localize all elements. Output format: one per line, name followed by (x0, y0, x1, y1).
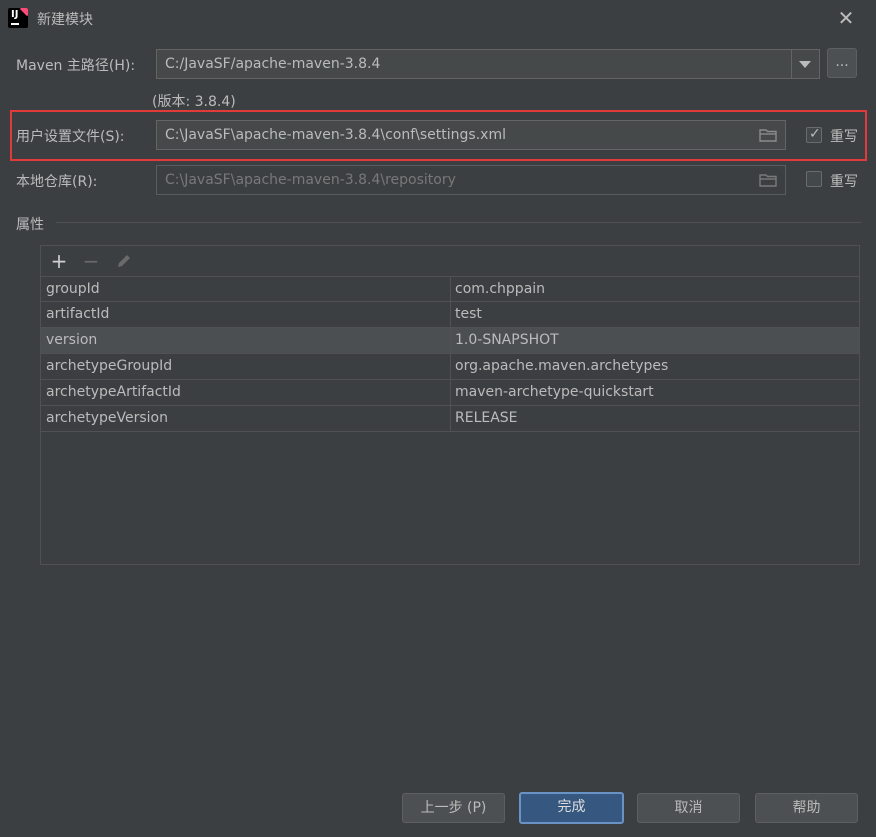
property-key: archetypeGroupId (46, 358, 173, 374)
local-repo-value: C:\JavaSF\apache-maven-3.8.4\repository (165, 172, 456, 188)
cancel-button[interactable]: 取消 (637, 793, 740, 823)
maven-version-text: (版本: 3.8.4) (152, 94, 236, 110)
table-row[interactable]: version 1.0-SNAPSHOT (41, 328, 859, 354)
table-row[interactable]: archetypeGroupId org.apache.maven.archet… (41, 354, 859, 380)
property-key: groupId (46, 281, 100, 297)
browse-button[interactable]: ... (827, 48, 857, 78)
table-row[interactable]: archetypeArtifactId maven-archetype-quic… (41, 380, 859, 406)
local-repo-label: 本地仓库(R): (16, 174, 98, 190)
property-value[interactable]: 1.0-SNAPSHOT (455, 332, 559, 348)
property-key: version (46, 332, 98, 348)
property-value[interactable]: test (455, 306, 482, 322)
local-repo-override-label: 重写 (830, 174, 858, 190)
close-icon[interactable]: ✕ (834, 6, 858, 30)
window-title: 新建模块 (37, 12, 93, 28)
edit-pencil-icon[interactable] (113, 250, 135, 272)
title-bar (0, 0, 876, 38)
property-key: artifactId (46, 306, 110, 322)
properties-toolbar: + − (41, 246, 859, 276)
maven-home-combobox[interactable]: C:/JavaSF/apache-maven-3.8.4 (156, 49, 820, 79)
property-key: archetypeArtifactId (46, 384, 181, 400)
intellij-app-icon: IJ (8, 8, 28, 28)
previous-button[interactable]: 上一步 (P) (402, 793, 505, 823)
dropdown-arrow-icon[interactable] (791, 50, 819, 78)
local-repo-override-checkbox[interactable] (806, 171, 822, 187)
remove-icon[interactable]: − (80, 250, 102, 272)
user-settings-override-checkbox[interactable]: ✓ (806, 126, 822, 143)
user-settings-field[interactable]: C:\JavaSF\apache-maven-3.8.4\conf\settin… (156, 120, 786, 150)
local-repo-field[interactable]: C:\JavaSF\apache-maven-3.8.4\repository (156, 165, 786, 195)
user-settings-value: C:\JavaSF\apache-maven-3.8.4\conf\settin… (165, 127, 506, 143)
finish-button[interactable]: 完成 (519, 792, 624, 824)
user-settings-label: 用户设置文件(S): (16, 129, 125, 145)
property-value[interactable]: com.chppain (455, 281, 545, 297)
properties-table: groupId com.chppain artifactId test vers… (41, 276, 859, 432)
table-row[interactable]: archetypeVersion RELEASE (41, 406, 859, 432)
table-row[interactable]: artifactId test (41, 302, 859, 328)
folder-icon[interactable] (759, 173, 777, 187)
help-button[interactable]: 帮助 (755, 793, 858, 823)
user-settings-override-label: 重写 (830, 129, 858, 145)
property-value[interactable]: maven-archetype-quickstart (455, 384, 654, 400)
property-key: archetypeVersion (46, 410, 168, 426)
add-icon[interactable]: + (48, 250, 70, 272)
properties-separator (56, 222, 861, 223)
maven-home-label: Maven 主路径(H): (16, 58, 136, 74)
property-value[interactable]: RELEASE (455, 410, 518, 426)
maven-home-value: C:/JavaSF/apache-maven-3.8.4 (165, 56, 381, 72)
checkmark-icon: ✓ (809, 126, 821, 142)
table-row[interactable]: groupId com.chppain (41, 276, 859, 303)
properties-panel: + − groupId com.chppain artifactId test … (40, 245, 860, 565)
properties-title: 属性 (16, 217, 44, 233)
property-value[interactable]: org.apache.maven.archetypes (455, 358, 668, 374)
folder-icon[interactable] (759, 128, 777, 142)
